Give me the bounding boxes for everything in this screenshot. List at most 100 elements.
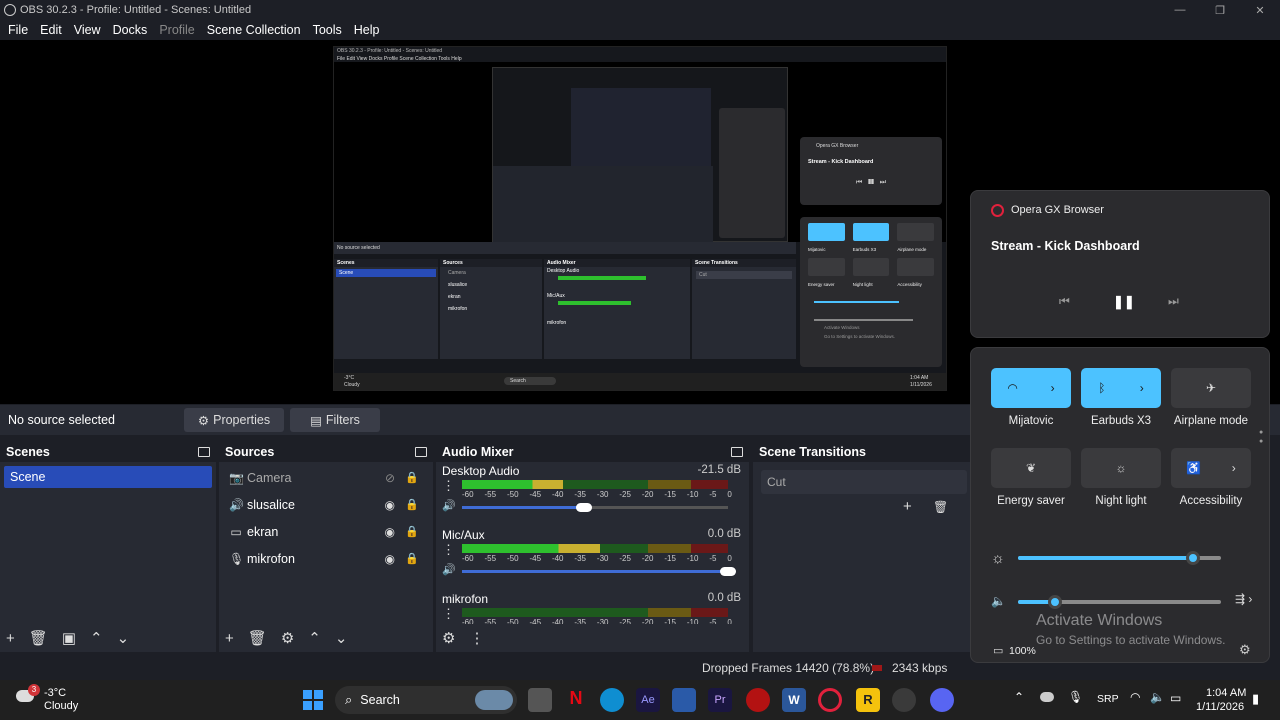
- menu-dots-icon[interactable]: ⋮: [469, 629, 484, 647]
- eye-icon[interactable]: ◉: [385, 552, 395, 566]
- menu-item[interactable]: File: [2, 23, 34, 37]
- quick-tile[interactable]: ☼: [1081, 448, 1161, 488]
- lock-icon[interactable]: 🔒: [405, 552, 419, 565]
- notification-icon[interactable]: ▮: [1252, 691, 1259, 707]
- wifi-icon[interactable]: ◠: [1130, 690, 1140, 704]
- brightness-slider[interactable]: [1018, 551, 1221, 565]
- filters-button[interactable]: ▤ Filters: [290, 408, 380, 432]
- next-icon[interactable]: ⏭: [1168, 294, 1179, 309]
- volume-icon[interactable]: 🔈: [991, 594, 1006, 608]
- r-app-icon[interactable]: R: [856, 688, 880, 712]
- add-icon[interactable]: +: [903, 498, 912, 515]
- maximize-button[interactable]: ❐: [1200, 0, 1240, 20]
- menu-item[interactable]: Docks: [107, 23, 154, 37]
- properties-button[interactable]: ⚙ Properties: [184, 408, 284, 432]
- language-indicator[interactable]: SRP: [1097, 693, 1119, 705]
- after-effects-icon[interactable]: Ae: [636, 688, 660, 712]
- menu-dots-icon[interactable]: ⋮: [442, 542, 455, 558]
- speaker-icon[interactable]: 🔈: [1150, 690, 1165, 704]
- menu-item[interactable]: Profile: [153, 23, 200, 37]
- eye-icon[interactable]: ◉: [385, 498, 395, 512]
- opera-gx-taskbar-icon[interactable]: [818, 688, 842, 712]
- search-box[interactable]: ⌕ Search: [335, 686, 517, 714]
- netflix-icon[interactable]: N: [564, 688, 588, 712]
- discord-icon[interactable]: [930, 688, 954, 712]
- undock-icon[interactable]: [415, 447, 427, 457]
- quick-tile[interactable]: ✈: [1171, 368, 1251, 408]
- lock-icon[interactable]: 🔒: [405, 471, 419, 484]
- transition-select[interactable]: Cut: [761, 470, 967, 494]
- start-button[interactable]: [303, 690, 323, 710]
- scene-item[interactable]: Scene: [4, 466, 212, 488]
- source-item[interactable]: 📷 Camera ⊘ 🔒: [219, 464, 433, 491]
- trash-icon[interactable]: 🗑: [29, 629, 48, 647]
- microphone-icon[interactable]: 🎙: [1068, 690, 1083, 704]
- undock-icon[interactable]: [731, 447, 743, 457]
- speaker-icon[interactable]: 🔊: [442, 563, 456, 576]
- camera-icon: 📷: [229, 470, 244, 485]
- trash-icon[interactable]: 🗑: [248, 629, 267, 647]
- trash-icon[interactable]: 🗑: [933, 500, 948, 514]
- lock-icon[interactable]: 🔒: [405, 525, 419, 538]
- store-icon[interactable]: [672, 688, 696, 712]
- minimize-button[interactable]: —: [1160, 0, 1200, 20]
- filter-icon[interactable]: ▣: [62, 629, 76, 647]
- settings-gear-icon[interactable]: ⚙: [1239, 642, 1251, 658]
- weather-desc[interactable]: Cloudy: [44, 700, 78, 712]
- speaker-icon[interactable]: 🔊: [442, 499, 456, 512]
- premiere-icon[interactable]: Pr: [708, 688, 732, 712]
- volume-slider[interactable]: [462, 503, 728, 512]
- add-icon[interactable]: +: [225, 630, 234, 647]
- close-button[interactable]: ✕: [1240, 0, 1280, 20]
- previous-icon[interactable]: ⏮: [1059, 294, 1070, 309]
- source-item[interactable]: 🔊 slusalice ◉ 🔒: [219, 491, 433, 518]
- quick-tile[interactable]: ◠ ›: [991, 368, 1071, 408]
- menu-dots-icon[interactable]: ⋮: [442, 478, 455, 494]
- volume-slider[interactable]: [1018, 595, 1221, 609]
- lock-icon[interactable]: 🔒: [405, 498, 419, 511]
- page-dots[interactable]: ● ●: [1259, 428, 1263, 446]
- battery-icon[interactable]: ▭: [1170, 691, 1181, 705]
- quick-tile[interactable]: ❦: [991, 448, 1071, 488]
- menu-dots-icon[interactable]: ⋮: [442, 606, 455, 622]
- meter-tick: -25: [619, 490, 631, 499]
- menu-item[interactable]: Scene Collection: [201, 23, 307, 37]
- chevron-up-icon[interactable]: ⌃: [1014, 690, 1024, 704]
- edge-icon[interactable]: [600, 688, 624, 712]
- chevron-right-icon[interactable]: ›: [1051, 381, 1055, 395]
- up-icon[interactable]: ⌃: [308, 629, 321, 647]
- pause-icon[interactable]: ❚❚: [1113, 294, 1135, 310]
- menu-item[interactable]: Edit: [34, 23, 68, 37]
- undock-icon[interactable]: [198, 447, 210, 457]
- gear-icon[interactable]: ⚙: [281, 629, 294, 647]
- down-icon[interactable]: ⌄: [117, 629, 130, 647]
- quick-tile[interactable]: ♿ ›: [1171, 448, 1251, 488]
- quick-tile[interactable]: ᛒ ›: [1081, 368, 1161, 408]
- source-item[interactable]: ▭ ekran ◉ 🔒: [219, 518, 433, 545]
- chevron-right-icon[interactable]: ›: [1232, 461, 1236, 475]
- eye-hidden-icon[interactable]: ⊘: [385, 471, 395, 485]
- menu-item[interactable]: View: [68, 23, 107, 37]
- obs-taskbar-icon[interactable]: [892, 688, 916, 712]
- add-icon[interactable]: +: [6, 630, 15, 647]
- chevron-right-icon[interactable]: ›: [1140, 381, 1144, 395]
- accessibility-icon: ♿: [1186, 461, 1202, 475]
- clock-time[interactable]: 1:04 AM: [1206, 687, 1246, 699]
- cloud-sync-icon[interactable]: [1040, 692, 1054, 702]
- weather-temp[interactable]: -3°C: [44, 687, 66, 699]
- eye-icon[interactable]: ◉: [385, 525, 395, 539]
- scenes-toolbar: + 🗑 ▣ ⌃ ⌄: [0, 624, 216, 652]
- up-icon[interactable]: ⌃: [90, 629, 103, 647]
- word-icon[interactable]: W: [782, 688, 806, 712]
- volume-slider[interactable]: [462, 567, 736, 576]
- menu-item[interactable]: Help: [348, 23, 386, 37]
- gear-icon[interactable]: ⚙: [442, 629, 455, 647]
- task-view-icon[interactable]: [528, 688, 552, 712]
- app-red-icon[interactable]: [746, 688, 770, 712]
- down-icon[interactable]: ⌄: [335, 629, 348, 647]
- clock-date[interactable]: 1/11/2026: [1196, 701, 1244, 713]
- audio-output-icon[interactable]: ⇶ ›: [1235, 592, 1252, 606]
- source-item[interactable]: 🎙 mikrofon ◉ 🔒: [219, 545, 433, 572]
- opera-gx-icon: [991, 204, 1004, 217]
- menu-item[interactable]: Tools: [307, 23, 348, 37]
